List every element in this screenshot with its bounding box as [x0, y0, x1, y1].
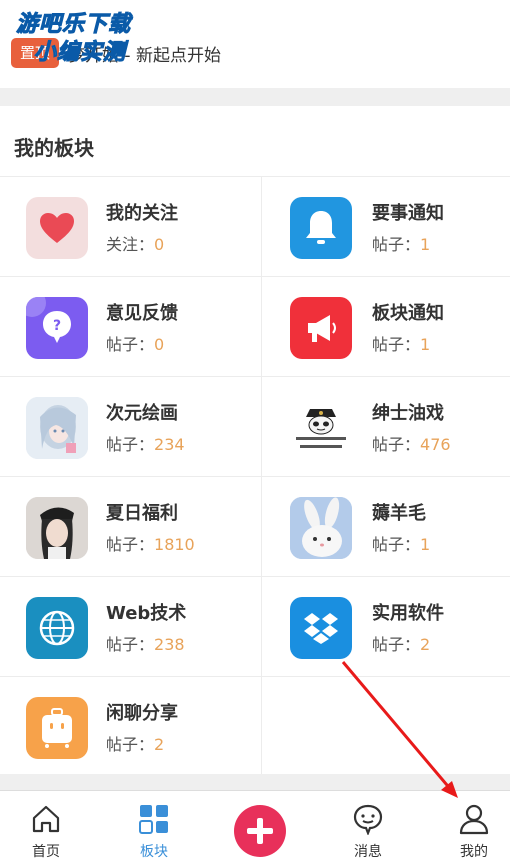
board-item-important-notice[interactable]: 要事通知 帖子：1 — [262, 177, 510, 277]
stat-value: 1 — [420, 535, 431, 554]
stat-label: 帖子： — [106, 735, 155, 754]
board-name: 意见反馈 — [106, 303, 178, 324]
board-name: 绅士油戏 — [372, 403, 444, 424]
board-stat: 帖子：2 — [106, 731, 164, 755]
stat-value: 0 — [154, 235, 165, 254]
nav-messages[interactable]: 消息 — [328, 791, 408, 860]
board-name: 我的关注 — [106, 203, 178, 224]
board-item-deals[interactable]: 薅羊毛 帖子：1 — [262, 477, 510, 577]
stat-label: 帖子： — [106, 535, 155, 554]
board-item-web-tech[interactable]: Web技术 帖子：238 — [0, 577, 262, 677]
bottom-divider — [0, 774, 510, 790]
section-title: 我的板块 — [14, 136, 94, 160]
board-grid: 我的关注 关注：0 要事通知 帖子：1 ? 意见反馈 帖子：0 板块通知 帖子：… — [0, 176, 510, 777]
user-icon — [458, 803, 490, 835]
board-stat: 帖子：1 — [372, 231, 430, 255]
board-item-board-notice[interactable]: 板块通知 帖子：1 — [262, 277, 510, 377]
stat-label: 帖子： — [372, 635, 421, 654]
board-name: 薅羊毛 — [372, 503, 426, 524]
stat-value: 2 — [420, 635, 431, 654]
board-name: 闲聊分享 — [106, 703, 178, 724]
dropbox-icon — [290, 597, 352, 659]
watermark-line2: 小编实测 — [33, 40, 127, 66]
chat-bubble-icon — [352, 803, 384, 836]
board-name: 次元绘画 — [106, 403, 178, 424]
anime-girl-image — [26, 397, 88, 459]
stat-label: 帖子： — [106, 435, 155, 454]
bottom-nav: 首页 板块 消息 我的 — [0, 790, 510, 860]
svg-text:?: ? — [53, 318, 61, 334]
board-stat: 帖子：476 — [372, 431, 451, 455]
board-name: 要事通知 — [372, 203, 444, 224]
nav-mine-label: 我的 — [460, 844, 488, 860]
stat-label: 帖子： — [372, 335, 421, 354]
board-item-chat-share[interactable]: 闲聊分享 帖子：2 — [0, 677, 262, 777]
board-stat: 帖子：1 — [372, 331, 430, 355]
plus-icon — [247, 818, 273, 844]
megaphone-icon — [290, 297, 352, 359]
stat-value: 238 — [154, 635, 185, 654]
board-item-feedback[interactable]: ? 意见反馈 帖子：0 — [0, 277, 262, 377]
stat-value: 2 — [154, 735, 165, 754]
grid-icon — [138, 803, 170, 835]
nav-mine[interactable]: 我的 — [434, 791, 510, 860]
board-name: Web技术 — [106, 603, 187, 624]
stat-value: 1 — [420, 335, 431, 354]
stat-label: 帖子： — [372, 235, 421, 254]
stat-label: 帖子： — [106, 635, 155, 654]
board-stat: 帖子：1 — [372, 531, 430, 555]
pinned-post[interactable]: 置顶 梦开始 - 新起点开始 游吧乐下载 小编实测 — [0, 0, 510, 88]
section-divider — [0, 88, 510, 106]
stat-label: 帖子： — [372, 435, 421, 454]
stat-label: 帖子： — [372, 535, 421, 554]
empty-cell — [262, 677, 510, 777]
panda-meme-image — [290, 397, 352, 459]
question-bubble-icon: ? — [26, 297, 88, 359]
board-stat: 关注：0 — [106, 231, 164, 255]
nav-home[interactable]: 首页 — [6, 791, 86, 860]
board-item-my-follow[interactable]: 我的关注 关注：0 — [0, 177, 262, 277]
heart-icon — [26, 197, 88, 259]
board-name: 板块通知 — [372, 303, 444, 324]
stat-label: 关注： — [106, 235, 155, 254]
board-stat: 帖子：234 — [106, 431, 185, 455]
stat-label: 帖子： — [106, 335, 155, 354]
stat-value: 0 — [154, 335, 165, 354]
nav-home-label: 首页 — [32, 844, 60, 860]
post-button[interactable] — [234, 805, 286, 857]
girl-photo-image — [26, 497, 88, 559]
rabbit-image — [290, 497, 352, 559]
board-stat: 帖子：2 — [372, 631, 430, 655]
suitcase-icon — [26, 697, 88, 759]
globe-icon — [26, 597, 88, 659]
board-item-anime-drawing[interactable]: 次元绘画 帖子：234 — [0, 377, 262, 477]
stat-value: 234 — [154, 435, 185, 454]
stat-value: 476 — [420, 435, 451, 454]
nav-messages-label: 消息 — [354, 844, 382, 860]
board-stat: 帖子：1810 — [106, 531, 195, 555]
board-item-summer-welfare[interactable]: 夏日福利 帖子：1810 — [0, 477, 262, 577]
home-icon — [30, 803, 62, 835]
watermark-logo: 游吧乐下载 小编实测 — [15, 6, 166, 66]
stat-value: 1 — [420, 235, 431, 254]
board-item-gentleman-games[interactable]: 绅士油戏 帖子：476 — [262, 377, 510, 477]
bell-icon — [290, 197, 352, 259]
board-name: 实用软件 — [372, 603, 444, 624]
nav-boards-label: 板块 — [140, 844, 168, 860]
board-name: 夏日福利 — [106, 503, 178, 524]
nav-boards[interactable]: 板块 — [114, 791, 194, 860]
app-page: 置顶 梦开始 - 新起点开始 游吧乐下载 小编实测 我的板块 我的关注 关注：0… — [0, 0, 510, 860]
board-item-useful-software[interactable]: 实用软件 帖子：2 — [262, 577, 510, 677]
stat-value: 1810 — [154, 535, 195, 554]
board-stat: 帖子：238 — [106, 631, 185, 655]
board-stat: 帖子：0 — [106, 331, 164, 355]
